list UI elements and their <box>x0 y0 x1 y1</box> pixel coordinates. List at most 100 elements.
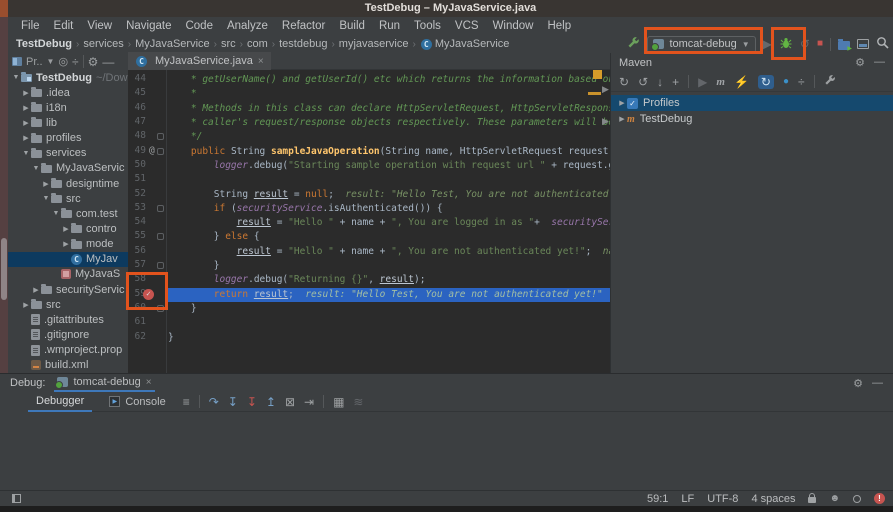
tree-expand-arrow-icon[interactable]: ▶ <box>21 119 31 127</box>
splitter-arrow-icon[interactable]: ▶ <box>602 116 609 127</box>
tree-expand-arrow-icon[interactable]: ▶ <box>61 225 71 233</box>
gutter-line[interactable]: 59✓ <box>128 288 166 302</box>
menu-window[interactable]: Window <box>486 20 541 32</box>
desktop-scrollbar-thumb[interactable] <box>1 238 7 300</box>
tree-expand-arrow-icon[interactable]: ▼ <box>21 150 31 157</box>
menu-icon[interactable]: ≡ <box>183 395 190 409</box>
fold-marker-icon[interactable] <box>157 148 164 155</box>
code-line[interactable]: logger.debug("Returning {}", result); <box>168 273 610 287</box>
reload-toggle-icon[interactable]: ↻ <box>758 75 774 89</box>
add-maven-project-icon[interactable]: + <box>672 75 679 89</box>
tree-expand-arrow-icon[interactable]: ▶ <box>21 89 31 97</box>
gutter-line[interactable]: 45 <box>128 87 166 101</box>
wrench-icon[interactable] <box>627 36 640 52</box>
tree-item-securityservic[interactable]: ▶securityServic <box>8 282 128 297</box>
maven-settings-wrench-icon[interactable] <box>824 74 836 89</box>
breadcrumb-item[interactable]: myjavaservice <box>339 38 409 50</box>
code-line[interactable]: */ <box>168 130 610 144</box>
tree-item-mode[interactable]: ▶mode <box>8 237 128 252</box>
skip-tests-icon[interactable]: ⚡ <box>734 75 749 89</box>
hide-panel-icon[interactable]: — <box>102 55 114 69</box>
restore-layout-icon[interactable] <box>857 39 869 49</box>
maven-node-testdebug[interactable]: ▶mTestDebug <box>611 111 893 127</box>
code-line[interactable]: result = "Hello " + name + ", You are no… <box>168 245 610 259</box>
menu-code[interactable]: Code <box>178 20 220 32</box>
code-line[interactable]: result = "Hello " + name + ", You are lo… <box>168 216 610 230</box>
code-line[interactable]: * getUserName() and getUserId() etc whic… <box>168 73 610 87</box>
gutter-line[interactable]: 61 <box>128 316 166 330</box>
code-line[interactable]: * <box>168 87 610 101</box>
menu-view[interactable]: View <box>80 20 119 32</box>
gutter-line[interactable]: 52 <box>128 188 166 202</box>
force-step-into-icon[interactable]: ↧ <box>247 395 257 409</box>
tree-item--wmproject-prop[interactable]: .wmproject.prop <box>8 343 128 358</box>
locate-file-icon[interactable]: ◎ <box>58 55 68 69</box>
breadcrumb-item[interactable]: src <box>221 38 236 50</box>
code-line[interactable] <box>168 316 610 330</box>
tree-expand-arrow-icon[interactable]: ▶ <box>21 134 31 142</box>
tree-item-com-test[interactable]: ▼com.test <box>8 206 128 221</box>
services-toolwindow-icon[interactable] <box>838 41 850 50</box>
gutter-line[interactable]: 62 <box>128 331 166 345</box>
breadcrumb-item[interactable]: MyJavaService <box>135 38 210 50</box>
breadcrumb-item[interactable]: com <box>247 38 268 50</box>
gear-icon[interactable]: ⚙ <box>853 377 863 390</box>
stop-button[interactable]: ■ <box>817 37 823 51</box>
gutter-line[interactable]: 44 <box>128 73 166 87</box>
code-line[interactable]: } <box>168 331 610 345</box>
coverage-button[interactable]: ↺ <box>800 37 810 51</box>
code-line[interactable]: * Methods in this class can declare Http… <box>168 102 610 116</box>
tree-item-lib[interactable]: ▶lib <box>8 115 128 130</box>
run-goal-icon[interactable]: ▶ <box>698 75 707 89</box>
gutter-line[interactable]: 51 <box>128 173 166 187</box>
gutter-line[interactable]: 53 <box>128 202 166 216</box>
debug-session-tab[interactable]: tomcat-debug × <box>54 374 154 392</box>
menu-tools[interactable]: Tools <box>407 20 448 32</box>
tree-item-profiles[interactable]: ▶profiles <box>8 131 128 146</box>
code-line[interactable]: } else { <box>168 230 610 244</box>
download-sources-icon[interactable]: ↓ <box>657 75 663 89</box>
status-file-encoding[interactable]: UTF-8 <box>707 493 738 505</box>
lock-icon[interactable] <box>808 497 816 503</box>
inspections-icon[interactable]: ☻ <box>829 494 840 504</box>
menu-vcs[interactable]: VCS <box>448 20 486 32</box>
reimport-icon[interactable]: ↻ <box>619 75 629 89</box>
editor-tab[interactable]: MyJavaService.java × <box>128 52 271 70</box>
error-notification-icon[interactable]: ! <box>874 493 885 504</box>
tree-expand-arrow-icon[interactable]: ▼ <box>31 165 41 172</box>
status-indent-style[interactable]: 4 spaces <box>751 493 795 505</box>
menu-help[interactable]: Help <box>540 20 578 32</box>
gutter-line[interactable]: 49@ <box>128 145 166 159</box>
splitter-arrow-icon[interactable]: ▶ <box>602 84 609 95</box>
run-config-selector[interactable]: tomcat-debug ▼ <box>647 36 755 53</box>
generate-sources-icon[interactable]: ↺ <box>638 75 648 89</box>
fold-marker-icon[interactable] <box>157 262 164 269</box>
tree-expand-arrow-icon[interactable]: ▶ <box>21 104 31 112</box>
run-button[interactable]: ▶ <box>763 37 772 51</box>
tree-expand-arrow-icon[interactable]: ▼ <box>41 195 51 202</box>
project-panel-title[interactable]: Pr.. <box>26 56 43 68</box>
tree-item-src[interactable]: ▶src <box>8 297 128 312</box>
code-line[interactable]: public String sampleJavaOperation(String… <box>168 145 610 159</box>
gutter-line[interactable]: 60 <box>128 302 166 316</box>
tree-item-build-xml[interactable]: build.xml <box>8 358 128 373</box>
tree-expand-arrow-icon[interactable]: ▶ <box>617 115 627 123</box>
chevron-down-icon[interactable]: ▼ <box>47 57 55 66</box>
breadcrumb-item[interactable]: TestDebug <box>16 38 72 50</box>
code-line[interactable]: } <box>168 259 610 273</box>
tree-expand-arrow-icon[interactable]: ▶ <box>617 99 627 107</box>
tree-expand-arrow-icon[interactable]: ▶ <box>61 240 71 248</box>
menu-edit[interactable]: Edit <box>47 20 81 32</box>
breadcrumb-item[interactable]: testdebug <box>279 38 327 50</box>
breakpoint-icon[interactable]: ✓ <box>143 289 154 300</box>
step-out-icon[interactable]: ↥ <box>266 395 276 409</box>
execute-goal-icon[interactable]: m <box>716 76 725 88</box>
menu-refactor[interactable]: Refactor <box>275 20 332 32</box>
search-icon[interactable] <box>876 36 889 52</box>
tree-item-testdebug[interactable]: ▼TestDebug~/Dow <box>8 70 128 85</box>
menu-file[interactable]: File <box>14 20 47 32</box>
tree-item-myjavas[interactable]: MyJavaS <box>8 267 128 282</box>
gear-icon[interactable]: ⚙ <box>855 56 865 69</box>
tab-console[interactable]: ▶ Console <box>101 392 173 412</box>
gutter-line[interactable]: 47 <box>128 116 166 130</box>
